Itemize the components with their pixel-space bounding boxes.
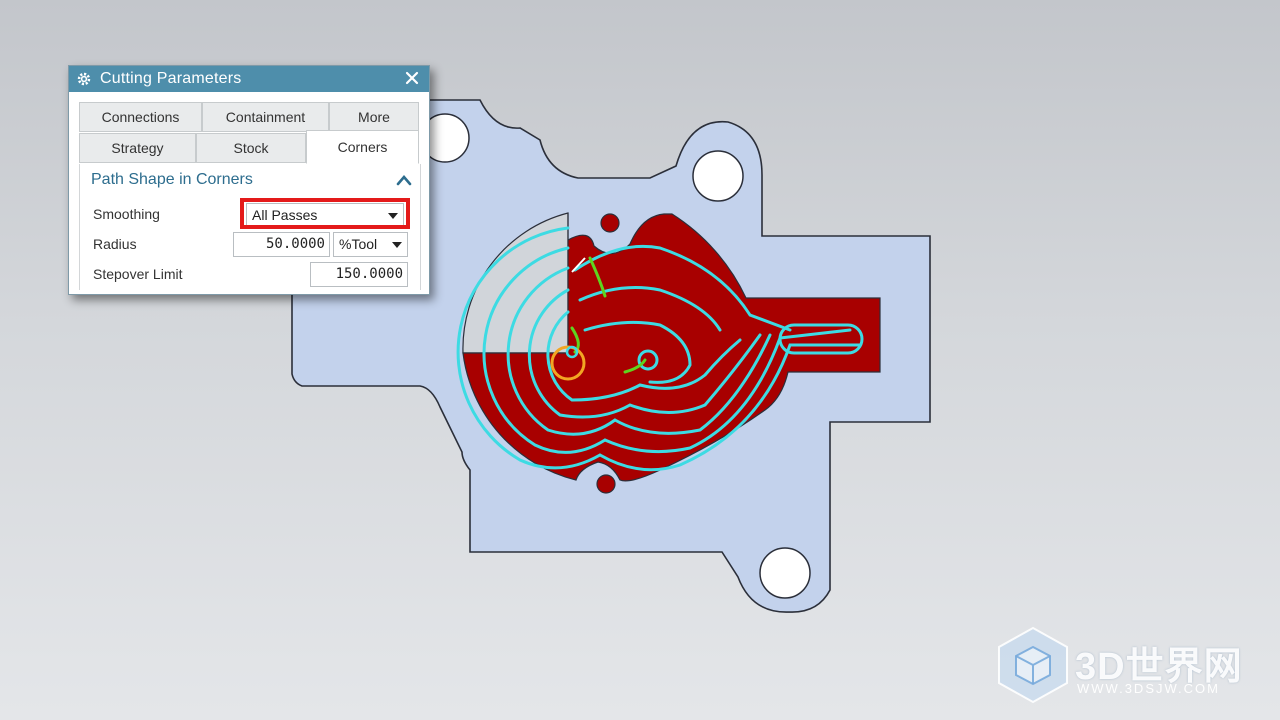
chevron-down-icon	[392, 242, 402, 248]
watermark: 3D世界网 WWW.3DSJW.COM	[995, 625, 1265, 705]
cutting-parameters-dialog: Cutting Parameters Connections Containme…	[68, 65, 430, 295]
stepover-limit-label: Stepover Limit	[93, 266, 183, 282]
stepover-limit-input[interactable]: 150.0000	[310, 262, 408, 287]
tab-more[interactable]: More	[329, 102, 419, 132]
path-shape-section: Path Shape in Corners Smoothing All Pass…	[79, 164, 421, 290]
radius-label: Radius	[93, 236, 137, 252]
highlight-box	[240, 198, 410, 229]
tab-strategy[interactable]: Strategy	[79, 133, 196, 163]
hole-small-top	[600, 213, 620, 233]
watermark-url: WWW.3DSJW.COM	[1077, 681, 1220, 696]
dialog-titlebar[interactable]: Cutting Parameters	[69, 66, 429, 92]
gear-icon	[77, 72, 91, 86]
section-title: Path Shape in Corners	[91, 171, 253, 188]
hole-bottom	[759, 547, 811, 599]
tab-connections[interactable]: Connections	[79, 102, 202, 132]
radius-unit-select[interactable]: %Tool	[333, 232, 408, 257]
dialog-title: Cutting Parameters	[100, 70, 242, 87]
smoothing-label: Smoothing	[93, 206, 160, 222]
tab-bar: Connections Containment More Strategy St…	[79, 102, 421, 164]
hole-top-right	[692, 150, 744, 202]
radius-unit-value: %Tool	[339, 236, 378, 252]
tab-label: Stock	[233, 140, 269, 156]
radius-input[interactable]: 50.0000	[233, 232, 330, 257]
tab-label: Containment	[225, 109, 306, 125]
chevron-up-icon[interactable]	[396, 173, 412, 187]
cube-logo-icon	[998, 626, 1068, 704]
tab-containment[interactable]: Containment	[202, 102, 329, 132]
close-icon[interactable]	[403, 69, 421, 87]
tab-label: Corners	[337, 139, 388, 155]
tab-stock[interactable]: Stock	[196, 133, 306, 163]
tab-label: Strategy	[111, 140, 164, 156]
hole-small-bottom	[596, 474, 616, 494]
tab-label: More	[358, 109, 390, 125]
tab-corners[interactable]: Corners	[306, 130, 419, 164]
tab-label: Connections	[101, 109, 180, 125]
